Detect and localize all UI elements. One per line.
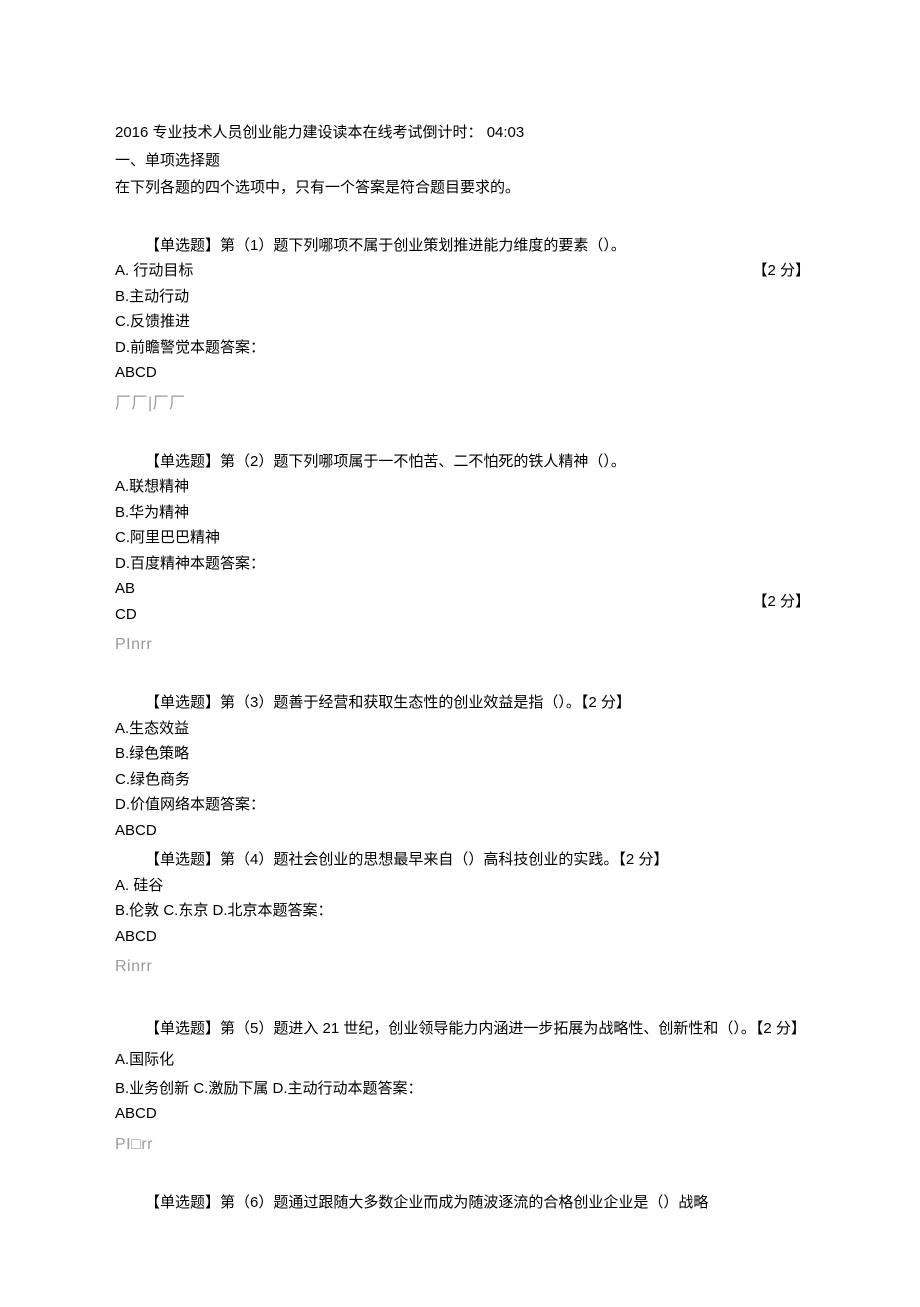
question-stem: 【单选题】第（6）题通过跟随大多数企业而成为随波逐流的合格创业企业是（）战略 [115,1190,810,1216]
option-b: B.绿色策略 [115,741,810,767]
placeholder-marks: 厂厂|厂厂 [115,390,810,417]
option-c: C.绿色商务 [115,767,810,793]
options-bcd-with-answer-label: B.业务创新 C.激励下属 D.主动行动本题答案： [115,1076,810,1102]
question-4: 【单选题】第（4）题社会创业的思想最早来自（）高科技创业的实践。【2 分】 A.… [115,847,810,980]
option-b: B.主动行动 [115,284,810,310]
answer-options: ABCD [115,818,810,844]
exam-title-line: 2016 专业技术人员创业能力建设读本在线考试倒计时： 04:03 [115,120,810,146]
option-a: A.联想精神 [115,474,810,500]
answer-options: ABCD [115,1101,810,1127]
question-1: 【单选题】第（1）题下列哪项不属于创业策划推进能力维度的要素（）。 【2 分】 … [115,233,810,417]
question-2: 【单选题】第（2）题下列哪项属于一不怕苦、二不怕死的铁人精神（）。 A.联想精神… [115,449,810,659]
option-c: C.阿里巴巴精神 [115,525,810,551]
option-d-with-answer-label: D.前瞻警觉本题答案： [115,335,810,361]
exam-header: 2016 专业技术人员创业能力建设读本在线考试倒计时： 04:03 一、单项选择… [115,120,810,201]
question-5: 【单选题】第（5）题进入 21 世纪，创业领导能力内涵进一步拓展为战略性、创新性… [115,1013,810,1158]
question-6: 【单选题】第（6）题通过跟随大多数企业而成为随波逐流的合格创业企业是（）战略 [115,1190,810,1216]
question-stem: 【单选题】第（5）题进入 21 世纪，创业领导能力内涵进一步拓展为战略性、创新性… [115,1013,810,1045]
answer-options-line1: AB [115,576,810,602]
answer-options-line2: CD [115,602,810,628]
question-stem: 【单选题】第（2）题下列哪项属于一不怕苦、二不怕死的铁人精神（）。 [115,449,810,475]
option-d-with-answer-label: D.价值网络本题答案： [115,792,810,818]
section-title: 一、单项选择题 [115,148,810,174]
answer-options: ABCD [115,924,810,950]
question-stem: 【单选题】第（3）题善于经营和获取生态性的创业效益是指（）。【2 分】 [115,690,810,716]
option-a: A. 行动目标 [115,258,810,284]
option-a: A.国际化 [115,1044,810,1076]
score-badge: 【2 分】 [752,258,810,284]
answer-options: ABCD [115,360,810,386]
question-stem: 【单选题】第（1）题下列哪项不属于创业策划推进能力维度的要素（）。 [115,233,810,259]
placeholder-marks: Rinrr [115,953,810,980]
option-d-with-answer-label: D.百度精神本题答案： [115,551,810,577]
option-a: A.生态效益 [115,716,810,742]
options-bcd-with-answer-label: B.伦敦 C.东京 D.北京本题答案： [115,898,810,924]
option-a: A. 硅谷 [115,873,810,899]
placeholder-marks: PInrr [115,631,810,658]
option-b: B.华为精神 [115,500,810,526]
score-badge: 【2 分】 [752,576,810,627]
section-instruction: 在下列各题的四个选项中，只有一个答案是符合题目要求的。 [115,175,810,201]
option-c: C.反馈推进 [115,309,810,335]
question-stem: 【单选题】第（4）题社会创业的思想最早来自（）高科技创业的实践。【2 分】 [115,847,810,873]
placeholder-marks: PI□rr [115,1131,810,1158]
question-3: 【单选题】第（3）题善于经营和获取生态性的创业效益是指（）。【2 分】 A.生态… [115,690,810,843]
